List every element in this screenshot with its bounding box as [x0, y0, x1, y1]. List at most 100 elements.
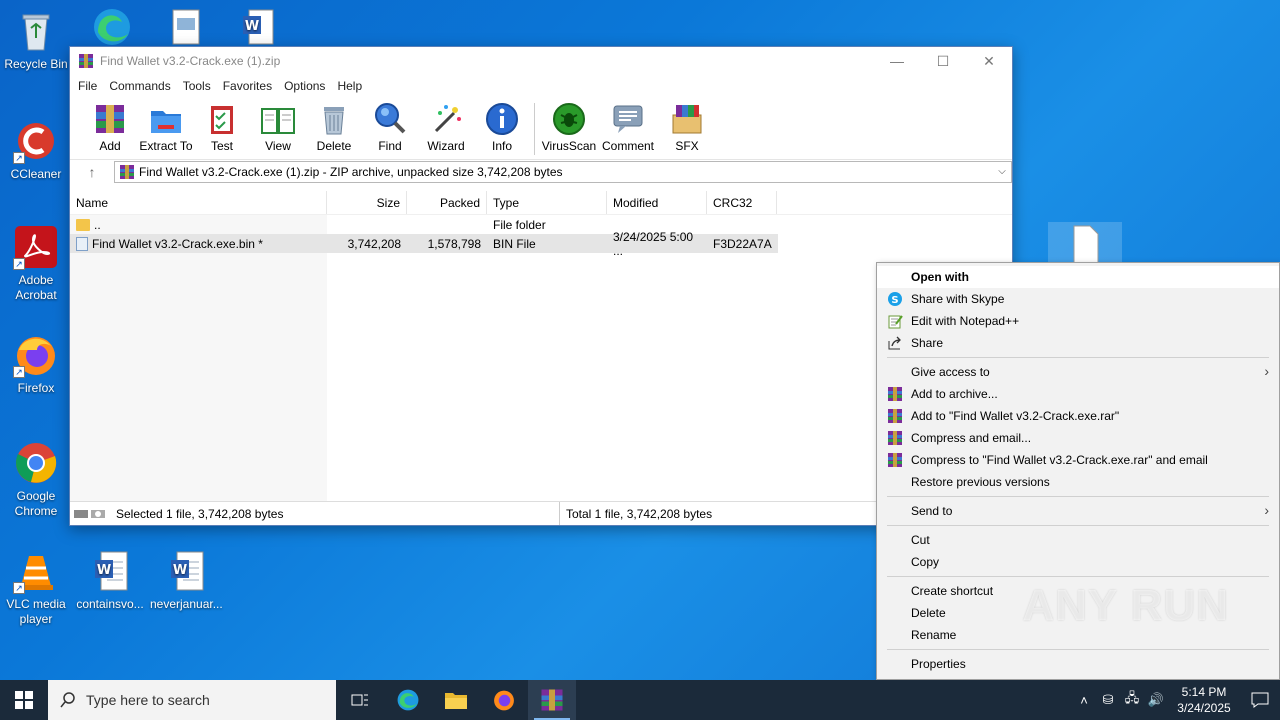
- table-row[interactable]: Find Wallet v3.2-Crack.exe.bin * 3,742,2…: [70, 230, 778, 258]
- menu-item-send-to[interactable]: Send to ›: [877, 500, 1279, 522]
- column-size[interactable]: Size: [327, 191, 407, 214]
- chevron-up-icon[interactable]: ˄: [1072, 693, 1096, 708]
- system-tray: ˄ ⛁ 🖧 🔊 5:14 PM 3/24/2025: [1072, 680, 1280, 720]
- desktop-icon-label: neverjanuar...: [150, 597, 223, 611]
- toolbar-extract-button[interactable]: Extract To: [138, 101, 194, 153]
- volume-icon[interactable]: 🔊: [1144, 692, 1168, 708]
- word-doc-icon: W: [163, 548, 209, 594]
- toolbar-delete-button[interactable]: Delete: [306, 101, 362, 153]
- status-total-text: Total 1 file, 3,742,208 bytes: [566, 506, 713, 521]
- title-bar[interactable]: Find Wallet v3.2-Crack.exe (1).zip — ☐ ✕: [70, 47, 1012, 75]
- menu-item-open-with[interactable]: Open with: [877, 266, 1279, 288]
- task-view-icon: [351, 694, 368, 706]
- menu-item-edit-notepad[interactable]: Edit with Notepad++: [877, 310, 1279, 332]
- desktop-icon-ccleaner[interactable]: ↗ CCleaner: [0, 118, 72, 182]
- menu-item-label: Share: [911, 336, 944, 350]
- toolbar-virusscan-button[interactable]: VirusScan: [541, 101, 597, 153]
- menu-item-properties[interactable]: Properties: [877, 653, 1279, 675]
- menu-help[interactable]: Help: [331, 79, 368, 93]
- menu-item-compress-rar-email[interactable]: Compress to "Find Wallet v3.2-Crack.exe.…: [877, 449, 1279, 471]
- extract-folder-icon: [151, 111, 181, 133]
- column-name[interactable]: Name: [70, 191, 327, 214]
- acrobat-icon: ↗: [13, 224, 59, 270]
- svg-text:W: W: [173, 563, 187, 578]
- column-modified[interactable]: Modified: [607, 191, 707, 214]
- toolbar-info-button[interactable]: Info: [474, 101, 530, 153]
- menu-separator: [887, 496, 1269, 497]
- menu-item-label: Give access to: [911, 365, 990, 379]
- menu-options[interactable]: Options: [278, 79, 331, 93]
- row-type: File folder: [493, 217, 546, 232]
- menu-item-cut[interactable]: Cut: [877, 529, 1279, 551]
- toolbar-comment-button[interactable]: Comment: [597, 101, 659, 153]
- desktop-icon-word-doc-1[interactable]: W containsvo...: [74, 548, 146, 612]
- notification-button[interactable]: [1240, 680, 1280, 720]
- menu-item-restore-versions[interactable]: Restore previous versions: [877, 471, 1279, 493]
- toolbar-view-button[interactable]: View: [250, 101, 306, 153]
- taskbar-clock[interactable]: 5:14 PM 3/24/2025: [1168, 684, 1240, 716]
- menu-item-add-to-archive[interactable]: Add to archive...: [877, 383, 1279, 405]
- vlc-cone-icon: ↗: [13, 548, 59, 594]
- toolbar: Add Extract To Test View Delete Find Wiz…: [70, 97, 1012, 159]
- column-crc32[interactable]: CRC32: [707, 191, 777, 214]
- anyrun-watermark: ANY RUN: [1022, 581, 1229, 630]
- desktop-icon-vlc[interactable]: ↗ VLC media player: [0, 548, 72, 627]
- toolbar-find-button[interactable]: Find: [362, 101, 418, 153]
- desktop-icon-word-doc-2[interactable]: W neverjanuar...: [150, 548, 223, 612]
- svg-text:W: W: [245, 19, 259, 34]
- taskbar-search-box[interactable]: Type here to search: [48, 680, 336, 720]
- row-packed: 1,578,798: [427, 236, 481, 251]
- toolbar-add-button[interactable]: Add: [82, 101, 138, 153]
- chrome-icon: [13, 440, 59, 486]
- desktop-icon-recycle-bin[interactable]: Recycle Bin: [0, 8, 72, 72]
- row-name: Find Wallet v3.2-Crack.exe.bin *: [92, 236, 263, 251]
- svg-text:S: S: [891, 295, 898, 306]
- task-view-button[interactable]: [336, 680, 384, 720]
- menu-file[interactable]: File: [72, 79, 103, 93]
- menu-item-copy[interactable]: Copy: [877, 551, 1279, 573]
- desktop-icon-google-chrome[interactable]: Google Chrome: [0, 440, 72, 519]
- desktop-icon-firefox[interactable]: ↗ Firefox: [0, 332, 72, 396]
- maximize-button[interactable]: ☐: [920, 47, 966, 75]
- menu-item-add-to-rar[interactable]: Add to "Find Wallet v3.2-Crack.exe.rar": [877, 405, 1279, 427]
- menu-item-label: Edit with Notepad++: [911, 314, 1020, 328]
- taskbar-firefox-button[interactable]: [480, 680, 528, 720]
- menu-commands[interactable]: Commands: [103, 79, 176, 93]
- file-list-header: Name Size Packed Type Modified CRC32: [70, 191, 1012, 215]
- test-clipboard-icon: [211, 106, 233, 134]
- chevron-right-icon: ›: [1264, 502, 1269, 518]
- address-field[interactable]: Find Wallet v3.2-Crack.exe (1).zip - ZIP…: [114, 160, 1012, 183]
- chevron-down-icon[interactable]: ⌵: [993, 166, 1011, 177]
- menu-item-share[interactable]: Share: [877, 332, 1279, 354]
- close-button[interactable]: ✕: [966, 47, 1012, 75]
- column-packed[interactable]: Packed: [407, 191, 487, 214]
- menu-tools[interactable]: Tools: [177, 79, 217, 93]
- toolbar-test-button[interactable]: Test: [194, 101, 250, 153]
- menu-item-compress-email[interactable]: Compress and email...: [877, 427, 1279, 449]
- menu-separator: [887, 649, 1269, 650]
- menu-item-label: Copy: [911, 555, 940, 569]
- start-button[interactable]: [0, 680, 48, 720]
- menu-item-give-access[interactable]: Give access to ›: [877, 361, 1279, 383]
- folder-icon: [76, 218, 90, 231]
- minimize-button[interactable]: —: [874, 47, 920, 75]
- taskbar-explorer-button[interactable]: [432, 680, 480, 720]
- toolbar-sfx-button[interactable]: SFX: [659, 101, 715, 153]
- desktop-icon-adobe-acrobat[interactable]: ↗ Adobe Acrobat: [0, 224, 72, 303]
- taskbar-edge-button[interactable]: [384, 680, 432, 720]
- toolbar-label: Comment: [601, 139, 654, 153]
- menu-item-label: Share with Skype: [911, 292, 1005, 306]
- folder-icon: [445, 693, 467, 709]
- winrar-icon: [541, 689, 563, 711]
- search-placeholder: Type here to search: [86, 692, 210, 708]
- network-icon[interactable]: 🖧: [1120, 689, 1144, 711]
- menu-favorites[interactable]: Favorites: [217, 79, 278, 93]
- menu-item-share-skype[interactable]: S Share with Skype: [877, 288, 1279, 310]
- taskbar-winrar-button[interactable]: [528, 680, 576, 720]
- usb-device-icon[interactable]: ⛁: [1096, 692, 1120, 708]
- desktop-icon-label: Google Chrome: [14, 489, 58, 518]
- up-arrow-icon[interactable]: ↑: [70, 164, 114, 180]
- column-type[interactable]: Type: [487, 191, 607, 214]
- winrar-window[interactable]: Find Wallet v3.2-Crack.exe (1).zip — ☐ ✕…: [69, 46, 1013, 526]
- toolbar-wizard-button[interactable]: Wizard: [418, 101, 474, 153]
